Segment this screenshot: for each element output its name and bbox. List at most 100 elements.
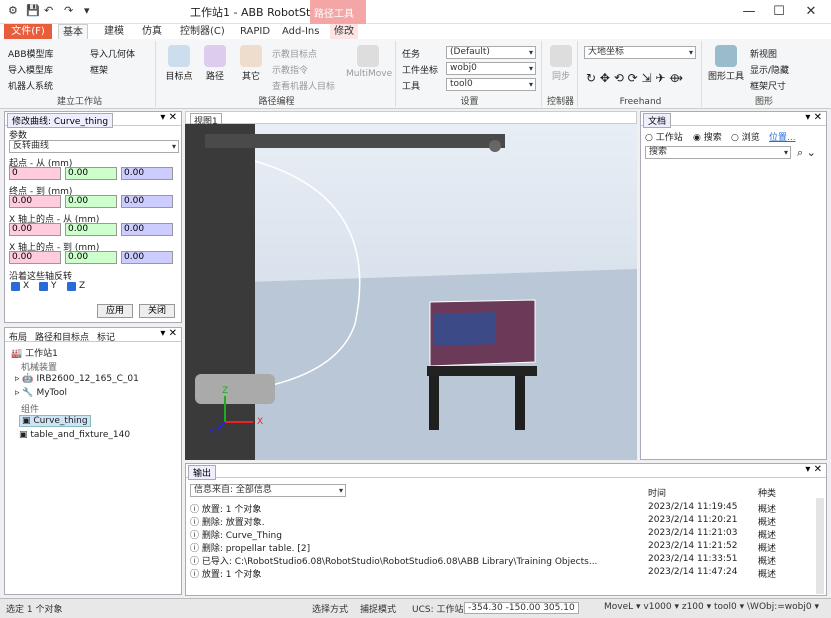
panel-close-icon[interactable]: ▾ ✕ bbox=[160, 328, 177, 339]
axis-from-z-input[interactable]: 0.00 bbox=[121, 223, 173, 236]
output-row[interactable]: ⓘ 已导入: C:\RobotStudio6.08\RobotStudio\Ro… bbox=[186, 554, 814, 567]
capture-mode-button[interactable]: 捕捉模式 bbox=[360, 602, 396, 615]
tab-addins[interactable]: Add-Ins bbox=[278, 24, 323, 39]
tree-item-table[interactable]: ▣ table_and_fixture_140 bbox=[19, 430, 130, 440]
layout-panel: 布局 路径和目标点 标记 ▾ ✕ 🏭 工作站1 机械装置 ▹ 🤖 IRB2600… bbox=[4, 327, 182, 595]
tab-controller[interactable]: 控制器(C) bbox=[176, 24, 229, 39]
axis-to-z-input[interactable]: 0.00 bbox=[121, 251, 173, 264]
close-button[interactable]: ✕ bbox=[796, 3, 826, 21]
axis-from-y-input[interactable]: 0.00 bbox=[65, 223, 117, 236]
tree-item-label: IRB2600_12_165_C_01 bbox=[36, 374, 139, 384]
axis-from-x-input[interactable]: 0.00 bbox=[9, 223, 61, 236]
tab-home[interactable]: 基本 bbox=[58, 24, 88, 39]
3d-viewport[interactable]: X Z Y bbox=[185, 124, 637, 460]
apply-button[interactable]: 应用 bbox=[97, 304, 133, 318]
tab-tags[interactable]: 标记 bbox=[97, 330, 115, 343]
robot-tool bbox=[489, 140, 501, 152]
undo-icon[interactable]: ↶ bbox=[44, 4, 53, 17]
status-selection: 选定 1 个对象 bbox=[6, 605, 63, 615]
target-button[interactable]: 目标点 bbox=[162, 45, 196, 82]
new-view-button[interactable]: 新视图 bbox=[750, 47, 777, 60]
flip-y-checkbox[interactable] bbox=[39, 282, 48, 291]
motion-settings[interactable]: MoveL ▾ v1000 ▾ z100 ▾ tool0 ▾ \WObj:=wo… bbox=[604, 602, 819, 612]
fixture-plate bbox=[433, 312, 495, 346]
output-row[interactable]: ⓘ 删除: propellar table. [2] 2023/2/14 11:2… bbox=[186, 541, 814, 554]
reference-frame-select[interactable]: 大地坐标 bbox=[584, 46, 696, 59]
view-robot-target-button[interactable]: 查看机器人目标 bbox=[272, 79, 335, 92]
task-select[interactable]: (Default) bbox=[446, 46, 536, 59]
output-row[interactable]: ⓘ 放置: 1 个对象 2023/2/14 11:47:24 概述 bbox=[186, 567, 814, 580]
start-x-input[interactable]: 0 bbox=[9, 167, 61, 180]
panel-close-icon[interactable]: ▾ ✕ bbox=[805, 112, 822, 123]
tool-select[interactable]: tool0 bbox=[446, 78, 536, 91]
robot-system-button[interactable]: 机器人系统 bbox=[8, 79, 53, 92]
group-label: 建立工作站 bbox=[56, 97, 102, 107]
wobj-select[interactable]: wobj0 bbox=[446, 62, 536, 75]
tree-item-tool[interactable]: ▹ 🔧 MyTool bbox=[15, 388, 67, 398]
teach-target-button[interactable]: 示教目标点 bbox=[272, 47, 317, 60]
view-tool-button[interactable]: 图形工具 bbox=[706, 45, 746, 82]
save-icon[interactable]: 💾 bbox=[26, 4, 40, 17]
panel-close-icon[interactable]: ▾ ✕ bbox=[160, 112, 177, 123]
frame-size-button[interactable]: 框架尺寸 bbox=[750, 79, 786, 92]
minimize-button[interactable]: — bbox=[734, 3, 764, 21]
mode-select[interactable]: 反转曲线 bbox=[9, 140, 179, 153]
location-link[interactable]: 位置... bbox=[769, 130, 796, 143]
path-icon bbox=[204, 45, 226, 67]
panel-close-icon[interactable]: ▾ ✕ bbox=[805, 464, 822, 475]
axis-to-y-input[interactable]: 0.00 bbox=[65, 251, 117, 264]
maximize-button[interactable]: ☐ bbox=[764, 3, 794, 21]
other-icon bbox=[240, 45, 262, 67]
tab-modeling[interactable]: 建模 bbox=[100, 24, 128, 39]
output-row[interactable]: ⓘ 放置: 1 个对象 2023/2/14 11:19:45 概述 bbox=[186, 502, 814, 515]
docs-search-input[interactable]: 搜索 bbox=[645, 146, 791, 159]
tree-item-robot[interactable]: ▹ 🤖 IRB2600_12_165_C_01 bbox=[15, 374, 139, 384]
customize-qat-icon[interactable]: ▾ bbox=[84, 4, 90, 17]
output-row[interactable]: ⓘ 删除: Curve_Thing 2023/2/14 11:21:03 概述 bbox=[186, 528, 814, 541]
robot-base bbox=[195, 374, 275, 404]
select-mode-button[interactable]: 选择方式 bbox=[312, 602, 348, 615]
tree-item-label: table_and_fixture_140 bbox=[30, 430, 131, 440]
output-scrollbar[interactable] bbox=[816, 498, 824, 594]
teach-instruction-button[interactable]: 示教指令 bbox=[272, 63, 308, 76]
tree-item-curve[interactable]: ▣ Curve_thing bbox=[19, 415, 91, 427]
radio-browse[interactable]: ○ 浏览 bbox=[731, 130, 760, 143]
end-y-input[interactable]: 0.00 bbox=[65, 195, 117, 208]
robot-body bbox=[185, 124, 255, 460]
path-button[interactable]: 路径 bbox=[198, 45, 232, 82]
start-z-input[interactable]: 0.00 bbox=[121, 167, 173, 180]
end-x-input[interactable]: 0.00 bbox=[9, 195, 61, 208]
redo-icon[interactable]: ↷ bbox=[64, 4, 73, 17]
end-z-input[interactable]: 0.00 bbox=[121, 195, 173, 208]
import-library-button[interactable]: 导入模型库 bbox=[8, 63, 53, 76]
flip-x-checkbox[interactable] bbox=[11, 282, 20, 291]
search-icon[interactable]: ⌕ ⌄ bbox=[797, 146, 816, 160]
tab-modify[interactable]: 修改 bbox=[330, 24, 358, 39]
start-y-input[interactable]: 0.00 bbox=[65, 167, 117, 180]
import-geometry-button[interactable]: 导入几何体 bbox=[90, 47, 135, 60]
abb-library-button[interactable]: ABB模型库 bbox=[8, 47, 54, 60]
radio-station[interactable]: ○ 工作站 bbox=[645, 130, 683, 143]
tree-root[interactable]: 🏭 工作站1 bbox=[11, 346, 58, 359]
group-label: 路径编程 bbox=[258, 97, 295, 107]
flip-z-checkbox[interactable] bbox=[67, 282, 76, 291]
output-row[interactable]: ⓘ 删除: 放置对象. 2023/2/14 11:20:21 概述 bbox=[186, 515, 814, 528]
tab-layout[interactable]: 布局 bbox=[9, 330, 27, 343]
tab-paths-targets[interactable]: 路径和目标点 bbox=[35, 330, 89, 343]
output-filter-select[interactable]: 信息来自: 全部信息 bbox=[190, 484, 346, 497]
sync-button[interactable]: 同步 bbox=[546, 45, 576, 82]
freehand-tools-icon[interactable]: ↻ ✥ ⟲ ⟳ ⇲ ✈ ⟴ bbox=[586, 71, 683, 85]
tab-file[interactable]: 文件(F) bbox=[4, 24, 52, 39]
axis-to-x-input[interactable]: 0.00 bbox=[9, 251, 61, 264]
frame-button[interactable]: 框架 bbox=[90, 63, 108, 76]
show-hide-button[interactable]: 显示/隐藏 bbox=[750, 63, 789, 76]
multimove-button[interactable]: MultiMove bbox=[346, 45, 392, 79]
z-axis-label: Z bbox=[222, 386, 229, 396]
tab-simulation[interactable]: 仿真 bbox=[138, 24, 166, 39]
radio-search[interactable]: ◉ 搜索 bbox=[693, 130, 722, 143]
context-tab-header: 路径工具 bbox=[310, 0, 366, 24]
flip-y-label: Y bbox=[51, 281, 57, 291]
other-button[interactable]: 其它 bbox=[234, 45, 268, 82]
close-panel-button[interactable]: 关闭 bbox=[139, 304, 175, 318]
tab-rapid[interactable]: RAPID bbox=[236, 24, 274, 39]
